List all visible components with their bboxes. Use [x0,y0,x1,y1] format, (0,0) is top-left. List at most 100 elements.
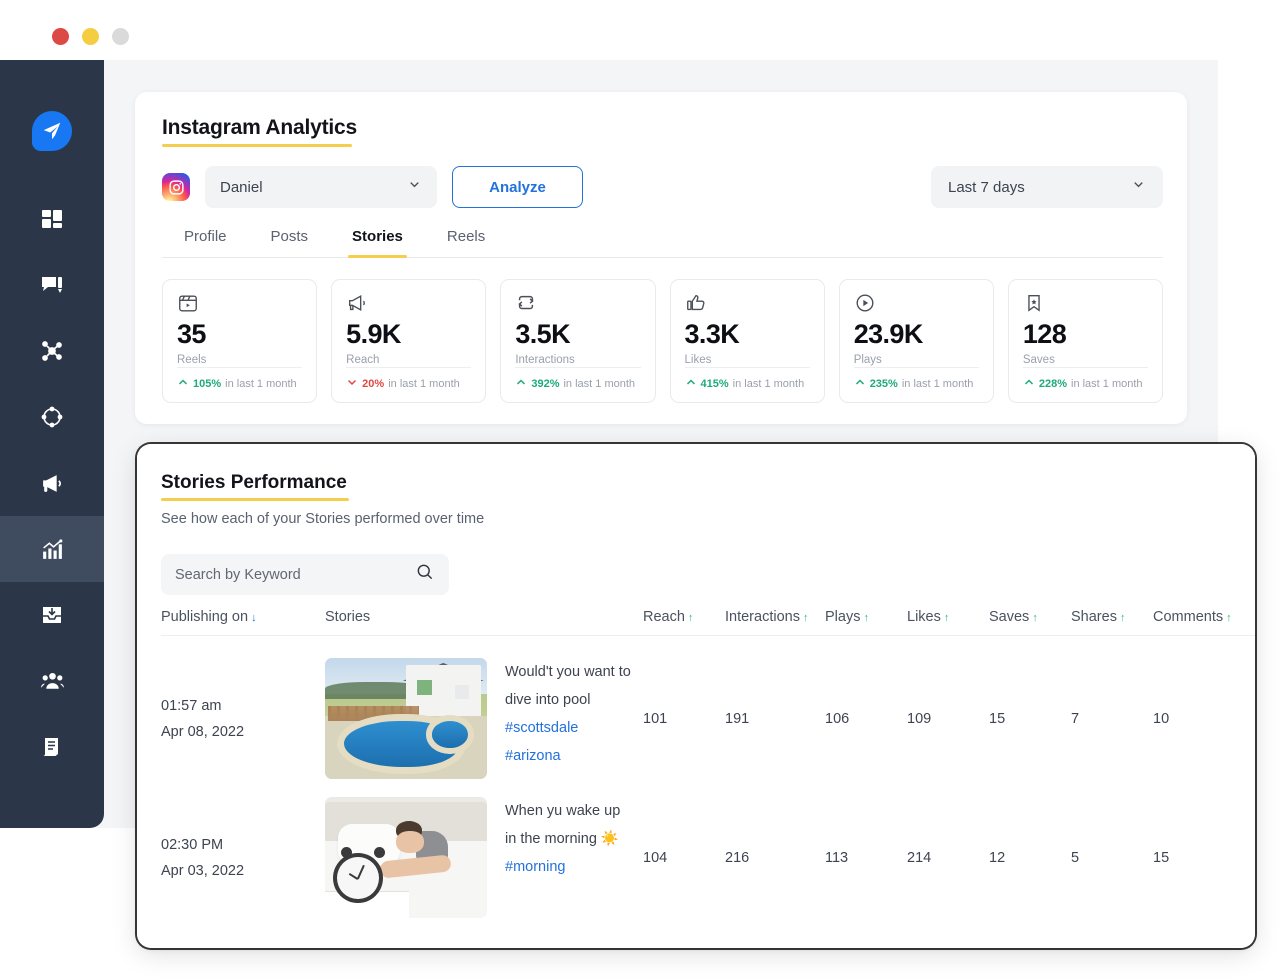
metric-value: 128 [1022,319,1067,349]
repeat-loop-icon [515,292,640,316]
sidebar-item-discovery[interactable] [0,384,104,450]
story-hashtag[interactable]: #arizona [505,748,561,764]
analyze-button[interactable]: Analyze [452,166,583,208]
metric-delta: 228% in last 1 month [1022,367,1149,391]
close-window-button[interactable] [52,28,69,45]
metric-card-reach[interactable]: 5.9K Reach 20% in last 1 month [331,279,487,403]
metric-card-reels[interactable]: 35 Reels 105% in last 1 month [162,279,318,403]
metric-delta-value: 415% [700,377,729,390]
bookmark-star-icon [1023,292,1148,316]
story-caption-text: Would't you want to dive into pool [505,664,631,708]
app-screenshot: Instagram Analytics Daniel Analyze Last … [0,0,1286,978]
column-header-comments[interactable]: Comments ↑ [1153,609,1253,625]
stories-table: Publishing on ↓ Stories Reach ↑ Interact… [161,609,1255,918]
story-date: Apr 03, 2022 [161,862,245,879]
search-icon[interactable] [415,562,435,587]
story-thumbnail[interactable] [325,797,487,918]
story-time: 01:57 am [161,697,222,714]
stories-performance-card: Stories Performance See how each of your… [137,444,1255,948]
table-row[interactable]: 02:30 PM Apr 03, 2022 When yu wake up in… [161,779,1255,918]
arrow-up-icon [685,376,697,391]
column-header-plays[interactable]: Plays ↑ [825,609,907,625]
sidebar-item-reports[interactable] [0,714,104,780]
column-header-likes[interactable]: Likes ↑ [907,609,989,625]
thumbs-up-icon [685,292,810,316]
tab-stories[interactable]: Stories [330,228,425,258]
column-header-publishing-on[interactable]: Publishing on ↓ [161,609,325,625]
sort-up-icon: ↑ [1032,612,1038,624]
story-caption: When yu wake up in the morning ☀️ #morni… [505,797,635,881]
minimize-window-button[interactable] [82,28,99,45]
metric-delta-suffix: in last 1 month [1071,377,1143,390]
story-time: 02:30 PM [161,836,224,853]
bar-chart-trend-icon [40,537,65,562]
chat-compose-icon [40,273,64,297]
instagram-analytics-card: Instagram Analytics Daniel Analyze Last … [135,92,1187,424]
tab-reels[interactable]: Reels [425,228,507,257]
metric-card-saves[interactable]: 128 Saves 228% in last 1 month [1007,279,1164,403]
column-header-shares[interactable]: Shares ↑ [1071,609,1153,625]
metric-label: Plays [853,353,882,366]
sort-up-icon: ↑ [1226,612,1232,624]
arrow-up-icon [854,376,866,391]
sidebar-item-dashboard[interactable] [0,186,104,252]
megaphone-icon [346,292,471,316]
metric-label: Interactions [515,353,575,366]
metric-label: Reach [346,353,380,366]
arrow-up-icon [1023,376,1035,391]
cell-saves: 15 [989,710,1006,727]
sidebar-item-inbox[interactable] [0,582,104,648]
metric-delta-value: 392% [531,377,560,390]
metric-value: 3.5K [515,319,570,349]
column-header-interactions[interactable]: Interactions ↑ [725,609,825,625]
table-header-row: Publishing on ↓ Stories Reach ↑ Interact… [161,609,1255,636]
cell-story: When yu wake up in the morning ☀️ #morni… [325,797,643,918]
stories-performance-subtitle: See how each of your Stories performed o… [161,511,485,527]
orbit-circle-icon [40,405,64,429]
sort-up-icon: ↑ [802,612,809,624]
column-header-reach[interactable]: Reach ↑ [643,609,725,625]
metric-label: Reels [177,353,207,366]
inbox-download-icon [40,603,64,627]
account-select[interactable]: Daniel [205,166,437,208]
arrow-up-icon [177,376,189,391]
story-caption: Would't you want to dive into pool #scot… [505,658,635,770]
sidebar-item-network[interactable] [0,318,104,384]
metric-delta-value: 235% [869,377,898,390]
maximize-window-button[interactable] [112,28,129,45]
metric-delta-value: 228% [1038,377,1067,390]
window-controls [52,28,129,45]
date-range-select[interactable]: Last 7 days [931,166,1163,208]
sidebar-item-logo[interactable] [0,98,104,164]
story-caption-text: When yu wake up in the morning ☀️ [505,803,621,847]
cell-publishing-on: 02:30 PM Apr 03, 2022 [161,832,325,884]
search-input[interactable] [175,566,400,583]
sort-down-icon: ↓ [251,612,257,624]
column-header-stories[interactable]: Stories [325,609,643,625]
sidebar-item-compose[interactable] [0,252,104,318]
search-container[interactable] [161,554,449,595]
metric-delta-value: 105% [193,377,222,390]
page-title-underline [162,144,352,147]
metric-delta: 20% in last 1 month [346,367,472,391]
metric-card-plays[interactable]: 23.9K Plays 235% in last 1 month [838,279,994,403]
metric-card-interactions[interactable]: 3.5K Interactions 392% in last 1 month [500,279,656,403]
story-thumbnail[interactable] [325,658,487,779]
tab-posts[interactable]: Posts [249,228,331,257]
sidebar-item-campaigns[interactable] [0,450,104,516]
column-header-saves[interactable]: Saves ↑ [989,609,1071,625]
metric-value: 35 [177,319,206,349]
metric-card-likes[interactable]: 3.3K Likes 415% in last 1 month [669,279,825,403]
metric-delta-suffix: in last 1 month [388,377,460,390]
sidebar-item-analytics[interactable] [0,516,104,582]
sidebar-item-team[interactable] [0,648,104,714]
table-row[interactable]: 01:57 am Apr 08, 2022 Would't you want t… [161,636,1255,779]
play-circle-icon [854,292,979,316]
paper-plane-icon [32,111,72,151]
tab-profile[interactable]: Profile [162,228,249,257]
cell-comments: 15 [1153,849,1170,866]
metric-delta-suffix: in last 1 month [732,377,805,390]
story-hashtag[interactable]: #scottsdale [505,720,578,736]
story-hashtag[interactable]: #morning [505,859,565,875]
metric-label: Saves [1022,353,1055,366]
